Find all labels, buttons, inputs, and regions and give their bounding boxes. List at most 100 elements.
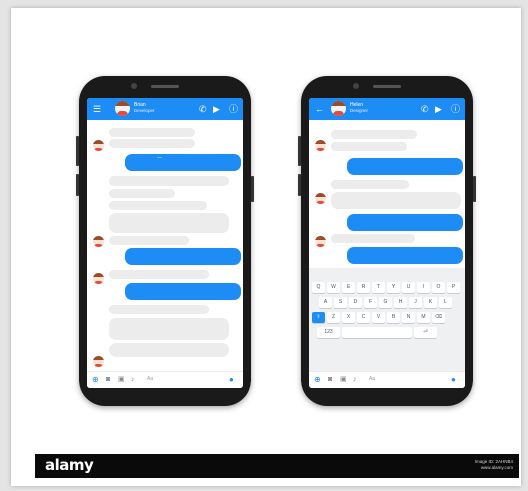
alamy-logo: alamy	[45, 456, 94, 474]
outgoing-message	[347, 158, 463, 175]
chat-header: ← Helen Designer ✆ ▶ ⓘ	[309, 98, 465, 120]
incoming-message	[109, 139, 195, 148]
like-icon[interactable]: ●	[229, 375, 234, 385]
like-icon[interactable]: ●	[451, 375, 456, 385]
phone-left: ☰ Brian Developer ✆ ▶ ⓘ — ⊕ ◙ ▣ ♪ Aa ●	[76, 76, 254, 406]
keyboard-key[interactable]: E	[342, 282, 355, 293]
message-input[interactable]: Aa	[147, 376, 153, 382]
camera-icon[interactable]: ◙	[106, 375, 110, 385]
keyboard-key[interactable]: X	[342, 312, 355, 323]
keyboard-key[interactable]: M	[417, 312, 430, 323]
chat-screen: ← Helen Designer ✆ ▶ ⓘ Q W E R T Y U I O…	[309, 98, 465, 388]
keyboard-key[interactable]: P	[447, 282, 460, 293]
incoming-message	[331, 180, 409, 189]
outgoing-message	[347, 214, 463, 231]
keyboard-key[interactable]: ⏎	[414, 327, 437, 338]
video-icon[interactable]: ▶	[213, 104, 220, 114]
keyboard-key[interactable]: Z	[327, 312, 340, 323]
keyboard-key[interactable]: S	[334, 297, 347, 308]
keyboard-key[interactable]: J	[409, 297, 422, 308]
power-button	[473, 176, 476, 202]
keyboard-key[interactable]: F	[364, 297, 377, 308]
site-url: www.alamy.com	[480, 465, 513, 470]
incoming-message	[109, 305, 209, 314]
image-icon[interactable]: ▣	[118, 375, 125, 385]
incoming-message	[331, 234, 415, 243]
chat-input-bar: ⊕ ◙ ▣ ♪ Aa ●	[309, 371, 465, 388]
incoming-message	[109, 128, 195, 137]
sender-avatar	[93, 236, 104, 247]
keyboard-key[interactable]: U	[402, 282, 415, 293]
keyboard-key[interactable]: ⇧	[312, 312, 325, 323]
back-icon[interactable]: ←	[315, 104, 324, 114]
incoming-message	[109, 318, 229, 340]
phone-icon[interactable]: ✆	[421, 104, 429, 114]
incoming-message	[109, 236, 189, 245]
keyboard-row: QWERTYUIOP	[312, 282, 460, 293]
keyboard-key[interactable]: 123	[317, 327, 340, 338]
image-icon[interactable]: ▣	[340, 375, 347, 385]
keyboard-key[interactable]: B	[387, 312, 400, 323]
sender-avatar	[93, 140, 104, 151]
keyboard-key[interactable]: R	[357, 282, 370, 293]
chat-input-bar: ⊕ ◙ ▣ ♪ Aa ●	[87, 371, 243, 388]
keyboard-key[interactable]: K	[424, 297, 437, 308]
volume-button	[76, 174, 79, 196]
outgoing-message: —	[125, 154, 241, 171]
keyboard-key[interactable]	[342, 327, 412, 338]
keyboard-key[interactable]: T	[372, 282, 385, 293]
contact-avatar[interactable]	[331, 101, 346, 116]
keyboard-key[interactable]: N	[402, 312, 415, 323]
sender-avatar	[93, 273, 104, 284]
add-icon[interactable]: ⊕	[314, 375, 321, 385]
front-camera	[353, 83, 359, 89]
keyboard-key[interactable]: A	[319, 297, 332, 308]
keyboard-key[interactable]: I	[417, 282, 430, 293]
camera-icon[interactable]: ◙	[328, 375, 332, 385]
chat-header: ☰ Brian Developer ✆ ▶ ⓘ	[87, 98, 243, 120]
sender-avatar	[315, 193, 326, 204]
info-icon[interactable]: ⓘ	[451, 104, 460, 114]
incoming-message	[109, 270, 209, 279]
keyboard-key[interactable]: Q	[312, 282, 325, 293]
chat-screen: ☰ Brian Developer ✆ ▶ ⓘ — ⊕ ◙ ▣ ♪ Aa ●	[87, 98, 243, 388]
video-icon[interactable]: ▶	[435, 104, 442, 114]
incoming-message	[109, 343, 229, 357]
sender-avatar	[93, 356, 104, 367]
outgoing-message	[125, 248, 241, 265]
mic-icon[interactable]: ♪	[131, 375, 135, 385]
message-input[interactable]: Aa	[369, 376, 375, 382]
incoming-message	[331, 142, 407, 151]
keyboard-key[interactable]: L	[439, 297, 452, 308]
keyboard-key[interactable]: V	[372, 312, 385, 323]
incoming-message	[109, 201, 207, 210]
keyboard-key[interactable]: ⌫	[432, 312, 445, 323]
incoming-message	[109, 176, 229, 186]
info-icon[interactable]: ⓘ	[229, 104, 238, 114]
keyboard-key[interactable]: C	[357, 312, 370, 323]
watermark-bar: alamy Image ID: 2AHNB4 www.alamy.com	[35, 454, 519, 478]
keyboard-key[interactable]: D	[349, 297, 362, 308]
mic-icon[interactable]: ♪	[353, 375, 357, 385]
contact-avatar[interactable]	[115, 101, 130, 116]
keyboard-row: ⇧ Z X C V B N M ⌫	[312, 312, 445, 323]
keyboard-key[interactable]: G	[379, 297, 392, 308]
menu-icon[interactable]: ☰	[93, 104, 101, 114]
keyboard-key[interactable]: Y	[387, 282, 400, 293]
on-screen-keyboard: QWERTYUIOP ASDFGHJKL ⇧ Z X C V B N M ⌫ 123 ⏎	[309, 268, 465, 372]
keyboard-key[interactable]: W	[327, 282, 340, 293]
add-icon[interactable]: ⊕	[92, 375, 99, 385]
keyboard-key[interactable]: O	[432, 282, 445, 293]
phone-icon[interactable]: ✆	[199, 104, 207, 114]
outgoing-message	[347, 247, 463, 264]
keyboard-key[interactable]: H	[394, 297, 407, 308]
sender-avatar	[315, 140, 326, 151]
contact-status: Developer	[134, 108, 155, 113]
volume-button	[76, 136, 79, 166]
incoming-message	[331, 192, 461, 209]
image-card: ☰ Brian Developer ✆ ▶ ⓘ — ⊕ ◙ ▣ ♪ Aa ● ←…	[11, 8, 521, 486]
outgoing-message	[125, 283, 241, 300]
contact-status: Designer	[350, 108, 369, 113]
volume-button	[298, 174, 301, 196]
keyboard-row: ASDFGHJKL	[319, 297, 452, 308]
